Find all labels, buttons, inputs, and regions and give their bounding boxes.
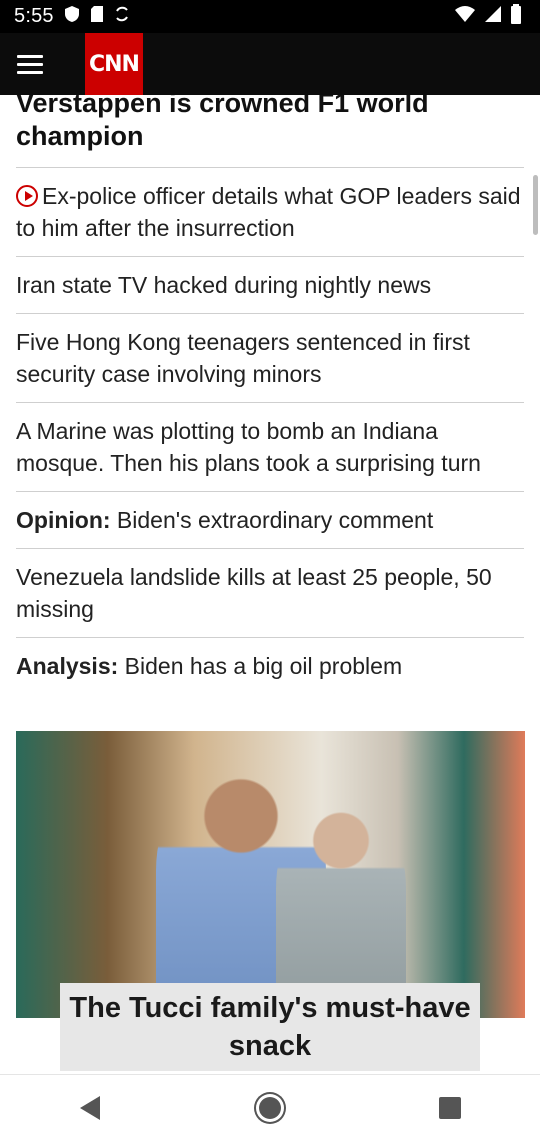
sync-icon (114, 5, 130, 29)
back-button[interactable] (60, 1078, 120, 1138)
navigation-bar (0, 1074, 540, 1141)
status-time: 5:55 (14, 5, 54, 27)
story-text: Venezuela landslide kills at least 25 pe… (16, 564, 492, 622)
status-icons-right (454, 3, 522, 30)
back-icon (80, 1096, 100, 1120)
sd-card-icon (90, 5, 104, 29)
list-item[interactable]: Analysis: Biden has a big oil problem (16, 638, 524, 694)
story-text: Biden has a big oil problem (124, 653, 403, 679)
list-item[interactable]: Five Hong Kong teenagers sentenced in fi… (16, 314, 524, 402)
battery-icon (510, 3, 522, 30)
story-label: Opinion: (16, 507, 111, 533)
signal-icon (484, 5, 502, 29)
menu-button[interactable] (0, 33, 60, 95)
story-text: Biden's extraordinary comment (116, 507, 434, 533)
list-item[interactable]: A Marine was plotting to bomb an Indiana… (16, 403, 524, 491)
status-icons-left (64, 5, 130, 29)
play-icon (16, 185, 38, 207)
hamburger-icon (17, 50, 43, 79)
recents-button[interactable] (420, 1078, 480, 1138)
cnn-logo[interactable]: CNN (85, 33, 143, 95)
promo-caption[interactable]: The Tucci family's must-have snack (60, 983, 480, 1071)
story-text: Ex-police officer details what GOP leade… (16, 183, 521, 241)
promo-image[interactable] (16, 731, 525, 1018)
status-bar: 5:55 (0, 0, 540, 33)
story-label: Analysis: (16, 653, 119, 679)
app-header: CNN (0, 33, 540, 95)
home-icon (259, 1097, 281, 1119)
shield-icon (64, 5, 80, 29)
list-item[interactable]: Opinion: Biden's extraordinary comment (16, 492, 524, 548)
story-text: Iran state TV hacked during nightly news (16, 272, 432, 298)
story-text: Five Hong Kong teenagers sentenced in fi… (16, 329, 470, 387)
list-item[interactable]: Iran state TV hacked during nightly news (16, 257, 524, 313)
home-button[interactable] (240, 1078, 300, 1138)
scrollbar[interactable] (533, 175, 538, 235)
list-item[interactable]: Ex-police officer details what GOP leade… (16, 168, 524, 256)
list-item[interactable]: Venezuela landslide kills at least 25 pe… (16, 549, 524, 637)
top-headline[interactable]: Verstappen is crowned F1 world champion (16, 95, 524, 153)
wifi-icon (454, 5, 476, 29)
recents-icon (439, 1097, 461, 1119)
logo-text: CNN (89, 51, 140, 77)
story-text: A Marine was plotting to bomb an Indiana… (16, 418, 481, 476)
article-list: Verstappen is crowned F1 world champion … (0, 95, 540, 1075)
